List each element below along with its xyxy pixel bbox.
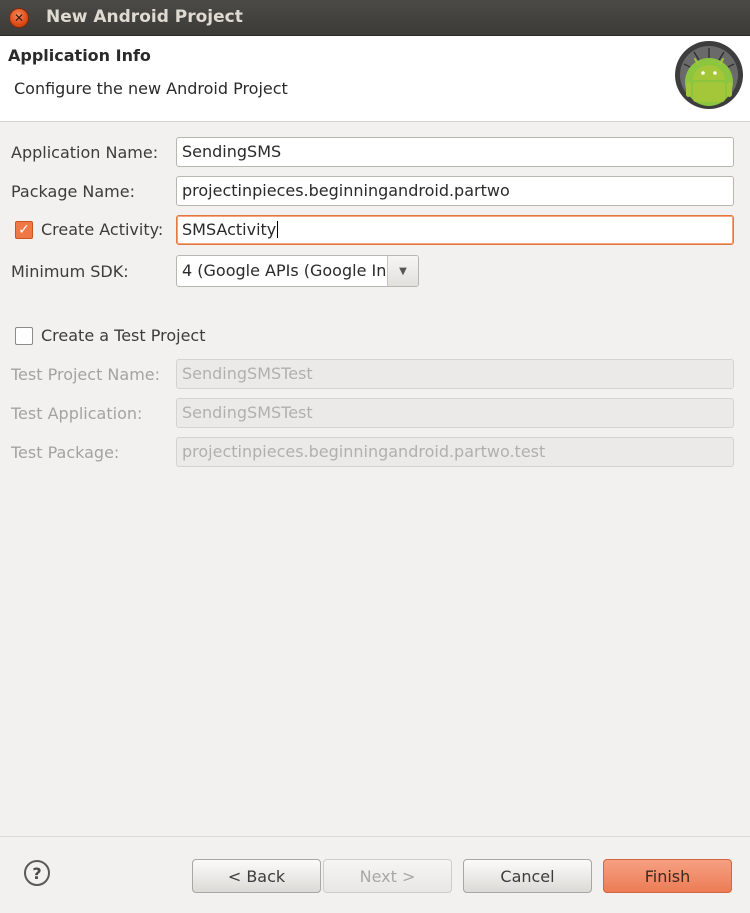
wizard-header: Application Info Configure the new Andro… — [0, 36, 750, 122]
cancel-button[interactable]: Cancel — [463, 859, 592, 893]
create-activity-checkbox[interactable]: ✓ — [15, 221, 33, 239]
android-logo-icon — [675, 41, 743, 109]
package-name-input[interactable]: projectinpieces.beginningandroid.partwo — [176, 176, 734, 206]
test-application-label: Test Application: — [11, 404, 143, 423]
footer-divider — [0, 836, 750, 837]
test-project-name-input: SendingSMSTest — [176, 359, 734, 389]
create-activity-label: Create Activity: — [41, 220, 164, 239]
text-cursor — [277, 221, 279, 238]
close-icon[interactable]: ✕ — [9, 8, 29, 28]
page-subtitle: Configure the new Android Project — [14, 79, 288, 98]
activity-name-value: SMSActivity — [182, 220, 277, 239]
test-application-input: SendingSMSTest — [176, 398, 734, 428]
finish-button[interactable]: Finish — [603, 859, 732, 893]
minimum-sdk-combo[interactable]: 4 (Google APIs (Google Inc.) ▼ — [176, 255, 419, 287]
app-name-input[interactable]: SendingSMS — [176, 137, 734, 167]
minimum-sdk-value: 4 (Google APIs (Google Inc.) — [182, 261, 388, 280]
chevron-down-icon[interactable]: ▼ — [387, 256, 418, 286]
app-name-label: Application Name: — [11, 143, 159, 162]
next-button: Next > — [323, 859, 452, 893]
page-title: Application Info — [8, 46, 151, 65]
back-button[interactable]: < Back — [192, 859, 321, 893]
help-icon[interactable]: ? — [24, 860, 50, 886]
test-package-label: Test Package: — [11, 443, 120, 462]
activity-name-input[interactable]: SMSActivity — [176, 215, 734, 245]
create-test-project-checkbox[interactable] — [15, 327, 33, 345]
window-titlebar: ✕ New Android Project — [0, 0, 750, 36]
minimum-sdk-label: Minimum SDK: — [11, 262, 129, 281]
window-title: New Android Project — [46, 7, 243, 27]
test-project-name-label: Test Project Name: — [11, 365, 161, 384]
test-package-input: projectinpieces.beginningandroid.partwo.… — [176, 437, 734, 467]
package-name-label: Package Name: — [11, 182, 135, 201]
create-test-project-label: Create a Test Project — [41, 326, 206, 345]
